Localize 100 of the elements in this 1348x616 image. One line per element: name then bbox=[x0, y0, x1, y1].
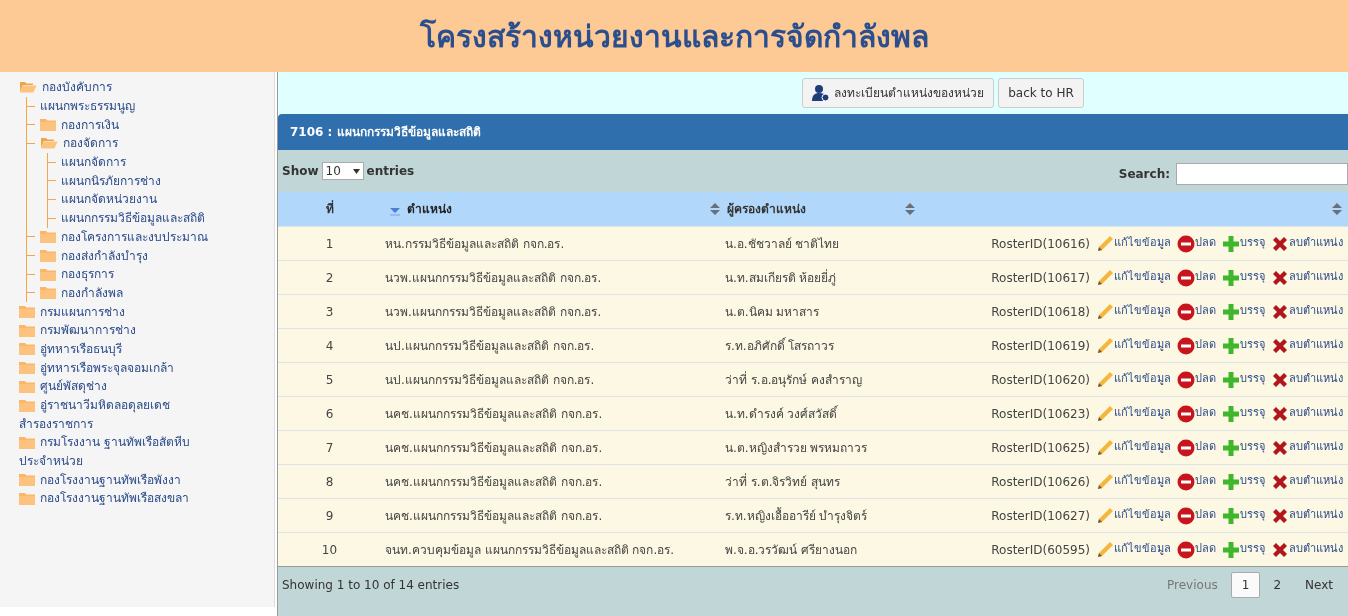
tree-item[interactable]: กรมโรงงาน ฐานทัพเรือสัตหีบ bbox=[40, 436, 190, 449]
discharge-link[interactable]: ปลด bbox=[1177, 438, 1216, 457]
plus-icon bbox=[1222, 336, 1240, 355]
page-button[interactable]: 1 bbox=[1230, 571, 1261, 598]
register-button[interactable]: ลงทะเบียนตำแหน่งของหน่วย bbox=[802, 78, 995, 108]
page-button[interactable]: 2 bbox=[1262, 571, 1293, 598]
row-number: 3 bbox=[325, 303, 334, 321]
show-label: Show bbox=[282, 163, 319, 180]
edit-link[interactable]: แก้ไขข้อมูล bbox=[1096, 268, 1171, 287]
delete-link[interactable]: ลบตำแหน่ง bbox=[1271, 302, 1343, 321]
appoint-link[interactable]: บรรจุ bbox=[1222, 370, 1265, 389]
sort-icon[interactable] bbox=[709, 202, 721, 216]
cross-icon bbox=[1271, 302, 1289, 321]
pencil-icon bbox=[1096, 336, 1114, 355]
tree-item[interactable]: สำรองราชการ bbox=[19, 417, 93, 430]
holder-cell: ร.ท.อภิศักดิ์ โสรถาวร bbox=[725, 338, 835, 353]
row-number: 9 bbox=[325, 507, 334, 525]
delete-link[interactable]: ลบตำแหน่ง bbox=[1271, 506, 1343, 525]
cross-icon bbox=[1271, 336, 1289, 355]
tree-item[interactable]: กองส่งกำลังบำรุง bbox=[61, 249, 148, 262]
tree-item[interactable]: กองโครงการและงบประมาณ bbox=[61, 230, 208, 243]
tree-item[interactable]: อู่ทหารเรือพระจุลจอมเกล้า bbox=[40, 361, 174, 374]
plus-icon bbox=[1222, 540, 1240, 559]
appoint-link[interactable]: บรรจุ bbox=[1222, 506, 1265, 525]
appoint-link[interactable]: บรรจุ bbox=[1222, 302, 1265, 321]
edit-link[interactable]: แก้ไขข้อมูล bbox=[1096, 404, 1171, 423]
sort-icon[interactable] bbox=[1331, 202, 1343, 216]
delete-link[interactable]: ลบตำแหน่ง bbox=[1271, 268, 1343, 287]
tree-item[interactable]: กองโรงงานฐานทัพเรือพังงา bbox=[40, 473, 181, 486]
tree-item[interactable]: กองจัดการ bbox=[63, 137, 118, 150]
discharge-link[interactable]: ปลด bbox=[1177, 506, 1216, 525]
delete-link[interactable]: ลบตำแหน่ง bbox=[1271, 540, 1343, 559]
edit-link[interactable]: แก้ไขข้อมูล bbox=[1096, 370, 1171, 389]
cross-icon bbox=[1271, 268, 1289, 287]
row-number: 2 bbox=[325, 269, 334, 287]
tree-item[interactable]: แผนกกรรมวิธีข้อมูลและสถิติ bbox=[61, 212, 205, 225]
tree-item[interactable]: แผนกพระธรรมนูญ bbox=[40, 100, 135, 113]
search-field[interactable] bbox=[1176, 163, 1348, 185]
tree-item[interactable]: กองบังคับการ bbox=[42, 81, 112, 94]
tree-item[interactable]: อู่ทหารเรือธนบุรี bbox=[40, 342, 122, 355]
roster-id: RosterID(10623) bbox=[991, 405, 1090, 423]
tree-item[interactable]: ประจำหน่วย bbox=[19, 455, 83, 468]
tree-item[interactable]: กองโรงงานฐานทัพเรือสงขลา bbox=[40, 492, 189, 505]
tree-item[interactable]: แผนกจัดการ bbox=[61, 156, 126, 169]
edit-link[interactable]: แก้ไขข้อมูล bbox=[1096, 472, 1171, 491]
edit-link[interactable]: แก้ไขข้อมูล bbox=[1096, 302, 1171, 321]
edit-link[interactable]: แก้ไขข้อมูล bbox=[1096, 438, 1171, 457]
appoint-link[interactable]: บรรจุ bbox=[1222, 404, 1265, 423]
position-cell: นคช.แผนกกรรมวิธีข้อมูลและสถิติ กจก.อร. bbox=[385, 508, 603, 523]
column-header[interactable]: ผู้ครองตำแหน่ง bbox=[727, 200, 806, 218]
column-header[interactable]: ที่ bbox=[325, 200, 334, 218]
position-cell: นคช.แผนกกรรมวิธีข้อมูลและสถิติ กจก.อร. bbox=[385, 474, 603, 489]
discharge-link[interactable]: ปลด bbox=[1177, 370, 1216, 389]
delete-link[interactable]: ลบตำแหน่ง bbox=[1271, 336, 1343, 355]
page-size-select[interactable]: 10 bbox=[321, 162, 364, 180]
discharge-link[interactable]: ปลด bbox=[1177, 336, 1216, 355]
tree-item[interactable]: แผนกจัดหน่วยงาน bbox=[61, 193, 157, 206]
discharge-link[interactable]: ปลด bbox=[1177, 234, 1216, 253]
delete-link[interactable]: ลบตำแหน่ง bbox=[1271, 370, 1343, 389]
tree-item[interactable]: กองธุรการ bbox=[61, 268, 114, 281]
appoint-link[interactable]: บรรจุ bbox=[1222, 268, 1265, 287]
delete-link[interactable]: ลบตำแหน่ง bbox=[1271, 472, 1343, 491]
tree-item[interactable]: แผนกนิรภัยการช่าง bbox=[61, 174, 161, 187]
delete-link[interactable]: ลบตำแหน่ง bbox=[1271, 234, 1343, 253]
position-cell: นป.แผนกกรรมวิธีข้อมูลและสถิติ กจก.อร. bbox=[385, 372, 595, 387]
page-button[interactable]: Next bbox=[1294, 571, 1344, 598]
discharge-link[interactable]: ปลด bbox=[1177, 540, 1216, 559]
discharge-link[interactable]: ปลด bbox=[1177, 302, 1216, 321]
tree-item[interactable]: กองการเงิน bbox=[61, 118, 119, 131]
discharge-link[interactable]: ปลด bbox=[1177, 404, 1216, 423]
entries-label: entries bbox=[366, 163, 415, 180]
back-button[interactable]: back to HR bbox=[998, 78, 1084, 108]
tree-item[interactable]: ศูนย์พัสดุช่าง bbox=[40, 380, 107, 393]
position-cell: นคช.แผนกกรรมวิธีข้อมูลและสถิติ กจก.อร. bbox=[385, 406, 603, 421]
appoint-link[interactable]: บรรจุ bbox=[1222, 336, 1265, 355]
edit-link[interactable]: แก้ไขข้อมูล bbox=[1096, 336, 1171, 355]
page-title: โครงสร้างหน่วยงานและการจัดกำลังพล bbox=[419, 17, 929, 56]
delete-link[interactable]: ลบตำแหน่ง bbox=[1271, 438, 1343, 457]
position-cell: นวพ.แผนกกรรมวิธีข้อมูลและสถิติ กจก.อร. bbox=[385, 270, 602, 285]
edit-link[interactable]: แก้ไขข้อมูล bbox=[1096, 506, 1171, 525]
pencil-icon bbox=[1096, 506, 1114, 525]
delete-link[interactable]: ลบตำแหน่ง bbox=[1271, 404, 1343, 423]
discharge-link[interactable]: ปลด bbox=[1177, 472, 1216, 491]
holder-cell: ว่าที่ ร.อ.อนุรักษ์ คงสำราญ bbox=[725, 372, 863, 387]
holder-cell: น.อ.ชัชวาลย์ ชาติไทย bbox=[725, 236, 840, 251]
holder-cell: ร.ท.หญิงเอื้ออารีย์ บำรุงจิตร์ bbox=[725, 508, 868, 523]
column-header[interactable]: ตำแหน่ง bbox=[407, 200, 452, 218]
appoint-link[interactable]: บรรจุ bbox=[1222, 472, 1265, 491]
tree-item[interactable]: กองกำลังพล bbox=[61, 286, 123, 299]
tree-item[interactable]: กรมพัฒนาการช่าง bbox=[40, 324, 136, 337]
sort-icon[interactable] bbox=[904, 202, 916, 216]
edit-link[interactable]: แก้ไขข้อมูล bbox=[1096, 234, 1171, 253]
discharge-link[interactable]: ปลด bbox=[1177, 268, 1216, 287]
appoint-link[interactable]: บรรจุ bbox=[1222, 234, 1265, 253]
edit-link[interactable]: แก้ไขข้อมูล bbox=[1096, 540, 1171, 559]
appoint-link[interactable]: บรรจุ bbox=[1222, 438, 1265, 457]
tree-item[interactable]: อู่ราชนาวีมหิดลอดุลยเดช bbox=[40, 399, 170, 412]
pencil-icon bbox=[1096, 302, 1114, 321]
appoint-link[interactable]: บรรจุ bbox=[1222, 540, 1265, 559]
tree-item[interactable]: กรมแผนการช่าง bbox=[40, 305, 125, 318]
